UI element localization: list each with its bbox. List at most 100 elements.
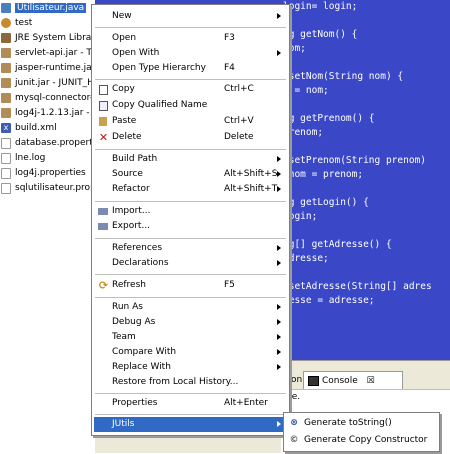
- code-line: enom = prenom;: [283, 169, 364, 180]
- submenu-arrow-icon: [277, 260, 281, 266]
- tree-item-build-xml[interactable]: x build.xml: [0, 120, 57, 136]
- code-line: setNom(String nom) {: [283, 71, 404, 82]
- tree-item-label: log4j.properties: [15, 168, 86, 178]
- xml-file-icon: x: [1, 123, 11, 133]
- code-line: ng getLogin() {: [283, 197, 369, 208]
- menu-item-label: Compare With: [112, 347, 177, 357]
- menu-item-label: Debug As: [112, 317, 156, 327]
- submenu-arrow-icon: [277, 50, 281, 56]
- menu-separator: [95, 297, 286, 298]
- tree-item-servlet-api[interactable]: servlet-api.jar - TON: [0, 45, 95, 61]
- menu-item-shortcut: F4: [224, 63, 235, 73]
- jar-icon: [1, 108, 11, 118]
- menu-item-open[interactable]: Open F3: [94, 31, 287, 46]
- menu-item-label: Open With: [112, 48, 160, 58]
- tree-item-database-properties[interactable]: database.properties: [0, 135, 95, 151]
- package-explorer-tree: Utilisateur.java test JRE System Library…: [0, 0, 95, 452]
- submenu-arrow-icon: [277, 186, 281, 192]
- menu-item-jutils[interactable]: JUtils: [94, 417, 287, 432]
- menu-item-team[interactable]: Team: [94, 330, 287, 345]
- menu-item-shortcut: Ctrl+C: [224, 84, 254, 94]
- menu-item-refactor[interactable]: Refactor Alt+Shift+T: [94, 182, 287, 197]
- menu-item-label: Paste: [112, 116, 137, 126]
- menu-item-shortcut: Delete: [224, 132, 254, 142]
- menu-item-paste[interactable]: Paste Ctrl+V: [94, 114, 287, 129]
- file-icon: [1, 167, 11, 179]
- menu-item-shortcut: Alt+Enter: [224, 398, 268, 408]
- tree-item-label: jasper-runtime.jar -: [15, 63, 95, 73]
- jutils-submenu: ⊗ Generate toString() © Generate Copy Cons…: [283, 412, 440, 452]
- export-icon: [98, 223, 108, 230]
- tree-item-jre-library[interactable]: JRE System Library [: [0, 30, 95, 46]
- menu-item-label: Generate Copy Constructor: [304, 435, 428, 445]
- tree-item-label: servlet-api.jar - TON: [15, 48, 95, 58]
- tree-item-sqlutilisateur[interactable]: sqlutilisateur.proper: [0, 180, 95, 196]
- menu-item-compare-with[interactable]: Compare With: [94, 345, 287, 360]
- submenu-arrow-icon: [277, 319, 281, 325]
- menu-item-shortcut: Alt+Shift+T: [224, 184, 278, 194]
- menu-item-label: Run As: [112, 302, 143, 312]
- menu-item-label: Team: [112, 332, 136, 342]
- menu-item-label: Refactor: [112, 184, 150, 194]
- menu-item-restore-local-history[interactable]: Restore from Local History...: [94, 375, 287, 390]
- menu-item-debug-as[interactable]: Debug As: [94, 315, 287, 330]
- copy-constructor-icon: ©: [289, 435, 299, 445]
- submenu-arrow-icon: [277, 349, 281, 355]
- menu-item-export[interactable]: Export...: [94, 219, 287, 234]
- copy-icon: [99, 85, 108, 95]
- menu-item-import[interactable]: Import...: [94, 204, 287, 219]
- menu-item-open-with[interactable]: Open With: [94, 46, 287, 61]
- menu-item-label: Replace With: [112, 362, 171, 372]
- menu-item-open-type-hierarchy[interactable]: Open Type Hierarchy F4: [94, 61, 287, 76]
- menu-item-generate-copy-constructor[interactable]: © Generate Copy Constructor: [286, 432, 437, 448]
- close-icon[interactable]: ☒: [367, 376, 375, 386]
- tree-item-lne-log[interactable]: lne.log: [0, 150, 45, 166]
- tree-item-jasper-runtime[interactable]: jasper-runtime.jar -: [0, 60, 95, 76]
- menu-item-build-path[interactable]: Build Path: [94, 152, 287, 167]
- menu-item-label: References: [112, 243, 163, 253]
- menu-item-generate-tostring[interactable]: ⊗ Generate toString(): [286, 415, 437, 431]
- tree-item-label: build.xml: [15, 123, 57, 133]
- context-menu: New Open F3 Open With Open Type Hierarchy…: [91, 4, 290, 436]
- tree-item-mysql-connector[interactable]: mysql-connector-java: [0, 90, 95, 106]
- menu-separator: [95, 414, 286, 415]
- menu-item-new[interactable]: New: [94, 9, 287, 24]
- tab-console[interactable]: Console ☒: [303, 371, 403, 389]
- console-icon: [308, 375, 319, 386]
- menu-item-label: Open: [112, 33, 137, 43]
- menu-item-delete[interactable]: ✕ Delete Delete: [94, 130, 287, 145]
- tree-item-junit[interactable]: junit.jar - JUNIT_HO: [0, 75, 95, 91]
- menu-item-source[interactable]: Source Alt+Shift+S: [94, 167, 287, 182]
- submenu-arrow-icon: [277, 245, 281, 251]
- code-line: ng getNom() {: [283, 29, 358, 40]
- menu-item-copy[interactable]: Copy Ctrl+C: [94, 82, 287, 97]
- tostring-icon: ⊗: [290, 418, 298, 428]
- menu-item-label: Refresh: [112, 280, 146, 290]
- menu-item-copy-qualified-name[interactable]: Copy Qualified Name: [94, 98, 287, 113]
- menu-item-label: Generate toString(): [304, 418, 392, 428]
- tree-item-log4j-properties[interactable]: log4j.properties: [0, 165, 86, 181]
- menu-item-shortcut: F3: [224, 33, 235, 43]
- menu-item-refresh[interactable]: ⟳ Refresh F5: [94, 278, 287, 293]
- code-line: ng[] getAdresse() {: [283, 239, 392, 250]
- menu-item-properties[interactable]: Properties Alt+Enter: [94, 396, 287, 411]
- code-line: resse = adresse;: [283, 295, 375, 306]
- menu-item-label: Source: [112, 169, 143, 179]
- tree-item-utilisateur-java[interactable]: Utilisateur.java: [0, 0, 87, 16]
- menu-separator: [95, 238, 286, 239]
- menu-item-declarations[interactable]: Declarations: [94, 256, 287, 271]
- tree-item-log4j-jar[interactable]: log4j-1.2.13.jar - C:: [0, 105, 95, 121]
- menu-item-references[interactable]: References: [94, 241, 287, 256]
- jar-icon: [1, 78, 11, 88]
- copy-qualified-icon: [99, 101, 108, 111]
- menu-separator: [95, 27, 286, 28]
- tree-item-label: log4j-1.2.13.jar - C:: [15, 108, 95, 118]
- menu-separator: [95, 149, 286, 150]
- menu-separator: [95, 201, 286, 202]
- menu-item-label: Declarations: [112, 258, 169, 268]
- menu-item-run-as[interactable]: Run As: [94, 300, 287, 315]
- menu-item-replace-with[interactable]: Replace With: [94, 360, 287, 375]
- tree-item-test[interactable]: test: [0, 15, 32, 31]
- paste-icon: [99, 117, 107, 126]
- refresh-icon: ⟳: [98, 279, 109, 292]
